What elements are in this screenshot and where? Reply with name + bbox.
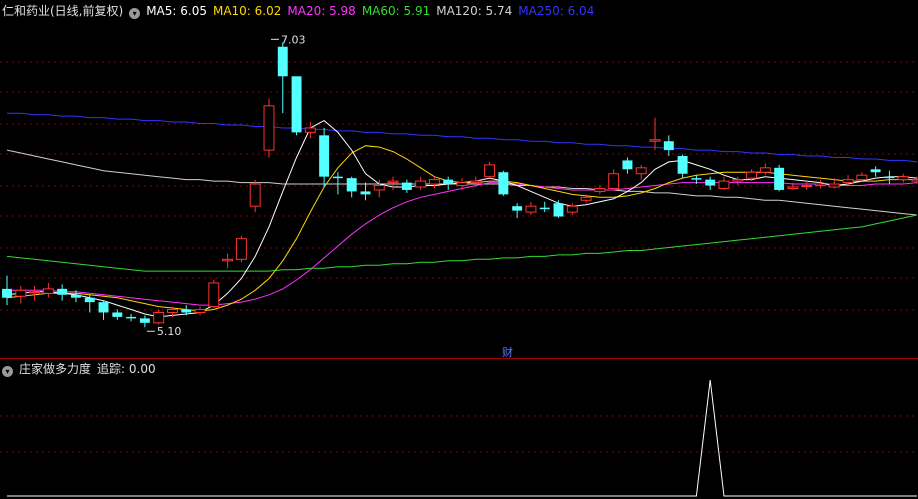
- candle-body: [29, 291, 41, 294]
- candle-body: [332, 176, 343, 179]
- candle-body: [443, 179, 454, 185]
- candle-body: [70, 294, 81, 298]
- ma250-line: [7, 112, 918, 163]
- candle-body: [194, 309, 206, 313]
- candle-body: [718, 180, 730, 189]
- candle-body: [401, 182, 412, 190]
- candle-body: [181, 309, 192, 313]
- candle-body: [856, 174, 868, 181]
- candle-body: [828, 183, 840, 188]
- candle-body: [594, 187, 606, 192]
- kline-chart[interactable]: 7.03 5.10 财: [0, 0, 918, 499]
- candle-body: [512, 206, 523, 211]
- candle-body: [663, 141, 674, 151]
- candle-body: [484, 164, 496, 178]
- candle-body: [787, 186, 799, 189]
- ma5-line: [6, 119, 918, 318]
- candle-body: [774, 167, 785, 190]
- candle-body: [57, 288, 68, 295]
- candle-body: [263, 105, 275, 151]
- candle-body: [470, 180, 482, 184]
- candle-body: [387, 180, 399, 184]
- max-price-label: 7.03: [281, 33, 306, 46]
- candle-body: [815, 183, 826, 187]
- ma20-line: [7, 182, 918, 306]
- candle-body: [705, 179, 716, 186]
- candle-body: [15, 289, 27, 297]
- candle-body: [126, 316, 137, 319]
- candle-body: [112, 312, 123, 317]
- candle-body: [235, 238, 247, 260]
- candle-body: [319, 135, 330, 177]
- candle-body: [208, 282, 220, 308]
- candle-body: [84, 297, 95, 303]
- candle-body: [842, 179, 854, 184]
- candle-body: [428, 179, 440, 185]
- candle-body: [498, 172, 509, 195]
- candle-body: [277, 46, 288, 77]
- candle-body: [222, 258, 234, 262]
- candle-body: [2, 288, 12, 298]
- ma60-line: [6, 214, 918, 272]
- candle-body: [249, 183, 261, 207]
- candle-body: [622, 160, 633, 170]
- candle-body: [456, 182, 468, 187]
- event-marker-label: 财: [502, 345, 513, 359]
- candle-body: [153, 311, 165, 324]
- candle-body: [608, 173, 620, 189]
- candle-body: [98, 302, 109, 313]
- candle-body: [304, 127, 316, 133]
- candle-body: [635, 167, 647, 175]
- candle-body: [166, 309, 178, 313]
- candle-body: [691, 178, 702, 180]
- candle-body: [801, 185, 813, 188]
- candle-body: [539, 207, 550, 210]
- min-price-label: 5.10: [157, 325, 182, 338]
- candle-body: [42, 288, 54, 294]
- candle-body: [525, 205, 537, 213]
- candle-body: [746, 171, 758, 179]
- candle-body: [415, 180, 427, 188]
- candle-body: [870, 169, 881, 173]
- indicator-line: [7, 379, 917, 497]
- candle-body: [759, 167, 771, 173]
- candle-body: [566, 205, 578, 213]
- candle-body: [884, 176, 895, 179]
- candle-body: [360, 191, 371, 195]
- candle-body: [580, 196, 592, 201]
- candle-body: [139, 318, 150, 323]
- candle-body: [897, 176, 909, 181]
- candle-body: [732, 179, 744, 182]
- candle-body: [649, 139, 661, 142]
- candle-body: [346, 178, 357, 192]
- candle-body: [677, 156, 688, 174]
- candle-body: [911, 179, 918, 182]
- candle-body: [373, 185, 385, 191]
- candle-body: [291, 76, 302, 133]
- candle-body: [553, 203, 564, 217]
